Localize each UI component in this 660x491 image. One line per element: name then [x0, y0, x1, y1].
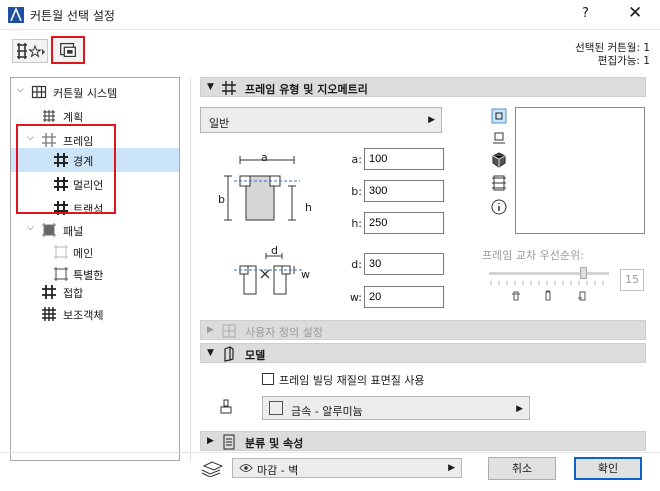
junction-icon: [42, 285, 56, 299]
material-value: 금속 - 알루미늄: [291, 405, 363, 418]
tree-item-junction[interactable]: 접합: [11, 280, 179, 304]
archicad-icon: [8, 7, 24, 23]
dim-h-label: h: [305, 201, 312, 214]
override-surface-checkbox[interactable]: [262, 373, 274, 385]
field-h-input[interactable]: [364, 212, 444, 234]
model-panel-header[interactable]: ▼ 모델: [200, 343, 646, 363]
dim-b-label: b: [218, 193, 225, 206]
tree-item-label: 메인: [73, 247, 94, 260]
tree-item-panel[interactable]: ⌵ 패널: [11, 218, 179, 242]
layer-dropdown[interactable]: 마감 - 벽 ▶: [232, 458, 462, 478]
tree-item-label: 계획: [63, 111, 84, 124]
favorites-button[interactable]: [12, 39, 48, 63]
frame-type-value: 일반: [209, 117, 230, 130]
info-icon[interactable]: [491, 199, 507, 215]
elevation-view-icon[interactable]: [491, 175, 507, 191]
dim-w-label: w: [301, 268, 310, 281]
tree-item-label: 접합: [63, 287, 84, 300]
preview-canvas[interactable]: [515, 107, 645, 234]
chevron-down-icon[interactable]: ⌵: [17, 85, 27, 95]
title-bar: 커튼월 선택 설정 ? ✕: [0, 0, 660, 30]
settings-icon: [60, 42, 76, 58]
eye-icon: [239, 464, 253, 472]
editable-count: 편집가능: 1: [597, 55, 650, 67]
override-surface-label: 프레임 빌딩 재질의 표면질 사용: [279, 374, 425, 387]
panel-title: 프레임 유형 및 지오메트리: [245, 83, 368, 96]
priority-slider-thumb[interactable]: [580, 267, 587, 279]
frame-type-dropdown[interactable]: 일반 ▶: [200, 107, 442, 133]
settings-from-selection-button[interactable]: [51, 36, 85, 64]
tree-item-curtain-wall-system[interactable]: ⌵ 커튼월 시스템: [11, 80, 179, 104]
accessory-icon: [42, 307, 56, 321]
close-button[interactable]: ✕: [628, 3, 642, 23]
chevron-down-icon[interactable]: ▼: [207, 82, 214, 92]
paint-brush-icon: [220, 399, 232, 414]
custom-settings-panel-header[interactable]: ▶ 사용자 정의 설정: [200, 320, 646, 340]
priority-ticks: [490, 281, 604, 285]
tree-item-label: 보조객체: [63, 309, 104, 322]
pane-divider[interactable]: [190, 77, 191, 461]
field-d-label: d:: [351, 258, 362, 271]
material-swatch: [269, 401, 283, 415]
chevron-right-icon[interactable]: ▶: [207, 325, 214, 335]
main-panel-icon: [54, 245, 68, 259]
section-view-icon[interactable]: [491, 130, 507, 146]
chevron-down-icon[interactable]: ▼: [207, 348, 214, 358]
frame-cap-diagram: [234, 253, 302, 295]
priority-value: 15: [625, 273, 639, 286]
frame-group-highlight: [16, 124, 116, 214]
layer-value: 마감 - 벽: [257, 464, 299, 477]
panel-title: 사용자 정의 설정: [245, 326, 323, 339]
tree-item-label: 패널: [63, 225, 84, 238]
chevron-right-icon: ▶: [448, 463, 455, 473]
priority-label: 프레임 교차 우선순위:: [482, 249, 584, 262]
tree-item-label: 커튼월 시스템: [53, 87, 118, 100]
dim-d-label: d: [271, 244, 278, 257]
chevron-down-icon[interactable]: ⌵: [27, 223, 37, 233]
tree-item-accessory[interactable]: 보조객체: [11, 302, 179, 326]
chevron-right-icon[interactable]: ▶: [207, 436, 214, 446]
3d-view-icon[interactable]: [491, 152, 507, 168]
frame-panel-header[interactable]: ▼ 프레임 유형 및 지오메트리: [200, 77, 646, 97]
help-button[interactable]: ?: [582, 6, 589, 21]
classification-panel-header[interactable]: ▶ 분류 및 속성: [200, 431, 646, 451]
panel-title: 모델: [245, 349, 266, 362]
plan-view-icon[interactable]: [491, 108, 507, 124]
favorites-icon: [17, 43, 45, 59]
field-b-label: b:: [351, 185, 362, 198]
dim-a-label: a: [261, 151, 268, 164]
window-title: 커튼월 선택 설정: [30, 9, 115, 23]
field-w-input[interactable]: [364, 286, 444, 308]
cancel-button[interactable]: 취소: [488, 457, 556, 480]
curtain-wall-icon: [31, 85, 47, 99]
frame-icon: [222, 81, 236, 95]
panel-title: 분류 및 속성: [245, 437, 304, 450]
tree-item-main-panel[interactable]: 메인: [11, 240, 179, 264]
chevron-right-icon: ▶: [428, 115, 435, 125]
model-icon: [224, 346, 234, 362]
priority-slider-track[interactable]: [489, 272, 609, 275]
panel-icon: [42, 223, 56, 237]
chevron-right-icon: ▶: [516, 404, 523, 414]
field-a-label: a:: [351, 153, 362, 166]
field-b-input[interactable]: [364, 180, 444, 202]
field-w-label: w:: [349, 291, 362, 304]
field-d-input[interactable]: [364, 253, 444, 275]
footer-divider: [0, 452, 660, 453]
field-a-input[interactable]: [364, 148, 444, 170]
material-dropdown[interactable]: 금속 - 알루미늄 ▶: [262, 396, 530, 420]
custom-settings-icon: [222, 324, 236, 338]
scheme-grid-icon: [43, 110, 55, 122]
classification-icon: [223, 434, 235, 450]
ok-button[interactable]: 확인: [574, 457, 642, 480]
priority-value-box[interactable]: 15: [620, 269, 644, 291]
layer-icon: [201, 461, 224, 477]
field-h-label: h:: [351, 217, 362, 230]
priority-scale-icons: [512, 290, 586, 301]
